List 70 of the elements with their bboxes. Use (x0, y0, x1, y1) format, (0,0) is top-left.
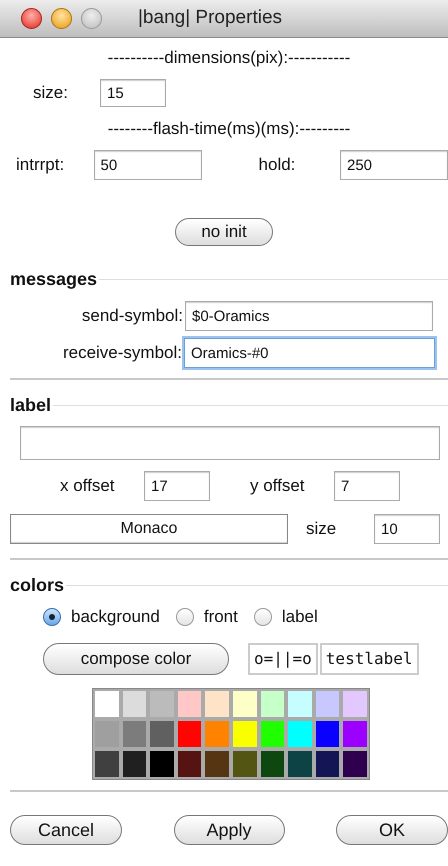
color-swatch[interactable] (176, 749, 204, 779)
radio-button[interactable] (176, 608, 194, 626)
radio-button[interactable] (254, 608, 272, 626)
section-header: label (10, 394, 52, 416)
preview-label: testlabel (320, 643, 418, 675)
color-swatch[interactable] (258, 689, 286, 719)
section-header: messages (10, 268, 98, 291)
radio-button[interactable] (43, 608, 61, 626)
color-swatch[interactable] (93, 719, 121, 749)
window-title: |bang| Properties (138, 6, 282, 30)
color-swatch[interactable] (120, 749, 148, 779)
color-swatch[interactable] (286, 719, 314, 749)
section-header: ----------dimensions(pix):----------- (108, 47, 350, 70)
dialog-button[interactable]: OK (336, 815, 448, 845)
color-swatch[interactable] (93, 689, 121, 719)
field-label: send-symbol: (80, 305, 184, 328)
color-swatch[interactable] (231, 719, 259, 749)
color-swatch[interactable] (148, 719, 176, 749)
radio-label: background (71, 606, 160, 628)
receive-symbol-field[interactable]: Oramics-#0 (184, 338, 435, 368)
y-offset-field[interactable]: 7 (334, 471, 400, 501)
color-swatch[interactable] (176, 689, 204, 719)
color-swatch[interactable] (286, 749, 314, 779)
color-swatch[interactable] (231, 689, 259, 719)
size-field[interactable]: 15 (100, 79, 166, 107)
section-header: --------flash-time(ms)(ms):--------- (108, 118, 350, 140)
preview-symbol: o=||=o (248, 643, 318, 675)
field-label: intrrpt: (16, 154, 66, 176)
field-label: size (306, 518, 338, 540)
field-label: y offset (250, 475, 306, 498)
color-swatch[interactable] (148, 689, 176, 719)
field-label: hold: (258, 154, 296, 176)
color-swatch[interactable] (120, 719, 148, 749)
color-swatch[interactable] (314, 719, 342, 749)
compose-color-button[interactable]: compose color (43, 643, 229, 675)
color-swatch[interactable] (341, 749, 369, 779)
font-button[interactable]: Monaco (10, 514, 288, 544)
x-offset-field[interactable]: 17 (144, 471, 210, 501)
dialog-button[interactable]: Apply (174, 815, 284, 845)
color-swatch[interactable] (286, 689, 314, 719)
zoom-button[interactable] (81, 8, 102, 29)
radio-label: label (282, 606, 318, 628)
color-swatch[interactable] (203, 749, 231, 779)
field-label: x offset (60, 475, 116, 498)
label-field[interactable] (20, 426, 440, 460)
color-swatch[interactable] (120, 689, 148, 719)
field-label: receive-symbol: (62, 342, 183, 364)
section-header: colors (10, 574, 66, 596)
hold-field[interactable]: 250 (340, 150, 448, 180)
color-swatch[interactable] (203, 719, 231, 749)
color-swatch[interactable] (258, 749, 286, 779)
init-button[interactable]: no init (175, 218, 273, 246)
color-swatch[interactable] (176, 719, 204, 749)
close-button[interactable] (21, 8, 42, 29)
interrupt-field[interactable]: 50 (94, 150, 202, 180)
radio-label: front (204, 606, 238, 628)
color-swatch[interactable] (341, 719, 369, 749)
color-swatch[interactable] (203, 689, 231, 719)
color-swatch[interactable] (341, 689, 369, 719)
color-swatch[interactable] (258, 719, 286, 749)
color-swatch[interactable] (93, 749, 121, 779)
send-symbol-field[interactable]: $0-Oramics (185, 301, 433, 331)
color-swatch[interactable] (148, 749, 176, 779)
field-label: size: (33, 82, 69, 104)
dialog-button[interactable]: Cancel (10, 815, 122, 845)
color-swatch[interactable] (314, 749, 342, 779)
minimize-button[interactable] (51, 8, 72, 29)
color-swatch[interactable] (231, 749, 259, 779)
color-swatch[interactable] (314, 689, 342, 719)
font-size-field[interactable]: 10 (374, 514, 440, 544)
